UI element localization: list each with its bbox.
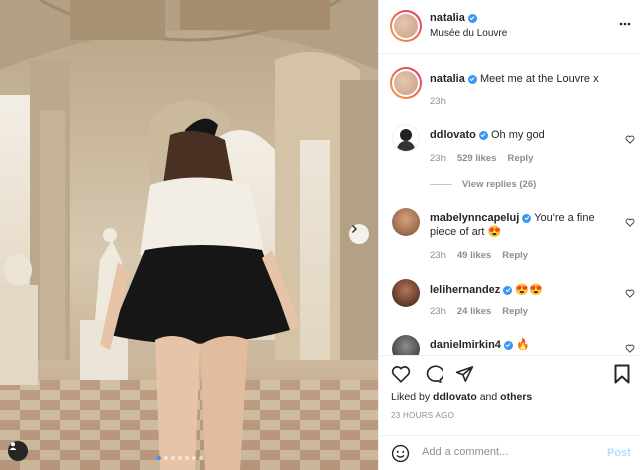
carousel-dot — [192, 456, 196, 460]
heart-icon[interactable] — [625, 289, 635, 298]
liked-by-text: Liked by ddlovato and others — [391, 391, 532, 403]
avatar[interactable] — [392, 12, 420, 40]
comment-body: 🔥 — [516, 339, 530, 351]
carousel-dot — [164, 456, 168, 460]
comment-likes[interactable]: 529 likes — [457, 153, 497, 164]
liked-by-others[interactable]: others — [500, 391, 532, 403]
post-photo[interactable] — [0, 0, 378, 470]
comment-username[interactable]: ddlovato — [430, 129, 476, 141]
view-replies-button[interactable]: View replies (26) — [430, 179, 536, 190]
comment-text: mabelynncapeluj You're a fine piece of a… — [430, 211, 620, 239]
post-location[interactable]: Musée du Louvre — [430, 28, 507, 39]
comment-username[interactable]: mabelynncapeluj — [430, 212, 519, 224]
smiley-icon[interactable] — [391, 444, 410, 463]
heart-icon[interactable] — [625, 135, 635, 144]
verified-badge-icon — [467, 74, 477, 84]
comment-bubble-icon[interactable] — [423, 365, 443, 383]
comment-body: 😍😍 — [515, 284, 543, 296]
comment-text: danielmirkin4 🔥 — [430, 338, 620, 352]
caption-username[interactable]: natalia — [430, 73, 465, 85]
reply-button[interactable]: Reply — [502, 250, 528, 261]
liked-by-user[interactable]: ddlovato — [433, 391, 477, 403]
replies-divider — [430, 184, 452, 185]
avatar[interactable] — [392, 124, 420, 152]
liked-by-joiner: and — [479, 391, 498, 403]
comment-meta: 23h 529 likes Reply — [430, 153, 533, 164]
tagged-users-button[interactable] — [8, 441, 28, 461]
more-horizontal-icon[interactable] — [619, 22, 631, 26]
post-timestamp[interactable]: 23 HOURS AGO — [391, 411, 454, 420]
post-author-username[interactable]: natalia — [430, 12, 465, 24]
carousel-dot — [157, 456, 161, 460]
louvre-gallery-image — [0, 0, 378, 470]
avatar[interactable] — [392, 335, 420, 355]
comment-meta: 23h 24 likes Reply — [430, 306, 528, 317]
post-actions: Liked by ddlovato and others 23 HOURS AG… — [379, 355, 640, 435]
comment-text: lelihernandez 😍😍 — [430, 283, 620, 297]
reply-button[interactable]: Reply — [502, 306, 528, 317]
carousel-indicator — [157, 456, 203, 460]
view-replies-label[interactable]: View replies (26) — [462, 179, 536, 190]
caption-body: Meet me at the Louvre x — [479, 73, 599, 85]
add-comment-bar: Post — [379, 435, 640, 470]
user-tag-icon — [9, 442, 17, 450]
heart-icon[interactable] — [391, 365, 411, 383]
caption-time: 23h — [430, 96, 446, 107]
comment-meta: 23h 49 likes Reply — [430, 250, 528, 261]
carousel-dot — [199, 456, 203, 460]
post-details-panel: natalia Musée du Louvre natalia Meet me … — [378, 0, 640, 470]
comment-body: Oh my god — [490, 129, 545, 141]
carousel-dot — [185, 456, 189, 460]
comment-likes[interactable]: 24 likes — [457, 306, 491, 317]
comment-username[interactable]: lelihernandez — [430, 284, 500, 296]
caption-text: natalia Meet me at the Louvre x — [430, 72, 620, 86]
verified-badge-icon — [478, 130, 488, 140]
post-author[interactable]: natalia — [430, 12, 477, 24]
verified-badge-icon — [503, 285, 513, 295]
comment-text: ddlovato Oh my god — [430, 128, 620, 142]
comment-input[interactable] — [422, 446, 592, 458]
comment-time: 23h — [430, 306, 446, 317]
chevron-right-icon — [352, 225, 357, 233]
caption-meta: 23h — [430, 96, 446, 107]
avatar[interactable] — [392, 69, 420, 97]
comment-time: 23h — [430, 153, 446, 164]
comment-time: 23h — [430, 250, 446, 261]
verified-badge-icon — [522, 213, 532, 223]
avatar[interactable] — [392, 208, 420, 236]
verified-badge-icon — [503, 340, 513, 350]
heart-icon[interactable] — [625, 344, 635, 353]
comment-username[interactable]: danielmirkin4 — [430, 339, 501, 351]
verified-badge-icon — [467, 13, 477, 23]
post-comment-button[interactable]: Post — [607, 447, 631, 459]
comment-likes[interactable]: 49 likes — [457, 250, 491, 261]
avatar[interactable] — [392, 279, 420, 307]
next-slide-button[interactable] — [349, 224, 369, 244]
post-header: natalia Musée du Louvre — [379, 0, 640, 54]
bookmark-icon[interactable] — [614, 364, 630, 384]
reply-button[interactable]: Reply — [507, 153, 533, 164]
carousel-dot — [171, 456, 175, 460]
heart-icon[interactable] — [625, 218, 635, 227]
paper-plane-icon[interactable] — [455, 365, 474, 383]
comments-list[interactable]: natalia Meet me at the Louvre x 23h ddlo… — [379, 55, 640, 355]
carousel-dot — [178, 456, 182, 460]
liked-by-prefix: Liked by — [391, 391, 431, 403]
